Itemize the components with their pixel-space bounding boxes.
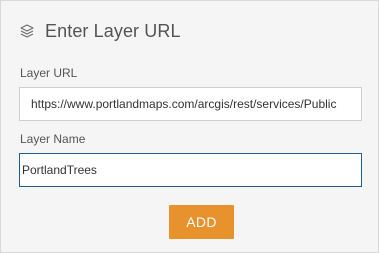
layer-name-label: Layer Name <box>20 132 86 146</box>
add-layer-panel: Enter Layer URL Layer URL Layer Name ADD <box>0 0 379 253</box>
layer-url-label: Layer URL <box>20 66 78 80</box>
panel-header: Enter Layer URL <box>19 19 181 43</box>
layer-name-input[interactable] <box>19 153 362 187</box>
layer-url-input[interactable] <box>19 87 362 121</box>
add-button[interactable]: ADD <box>169 205 234 239</box>
layers-icon <box>19 23 35 39</box>
page-title: Enter Layer URL <box>45 20 181 41</box>
